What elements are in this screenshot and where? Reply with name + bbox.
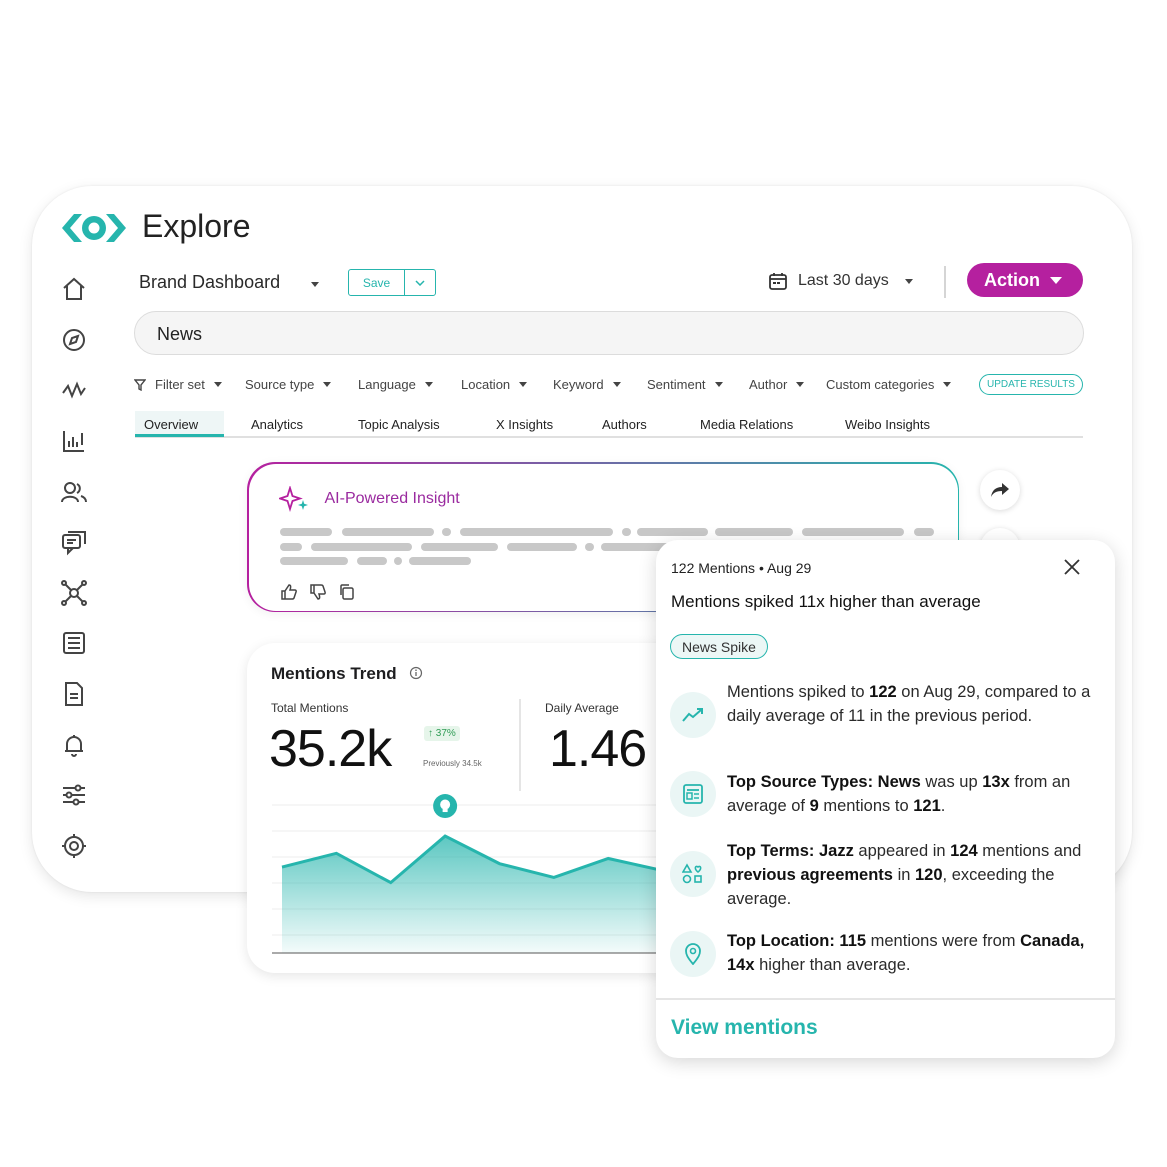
copy-icon[interactable] bbox=[338, 583, 356, 601]
trend-up-icon bbox=[670, 692, 716, 738]
insight-text: Top Source Types: News was up 13x from a… bbox=[727, 773, 1071, 815]
people-icon[interactable] bbox=[60, 478, 88, 506]
filter-author[interactable]: Author bbox=[749, 377, 805, 392]
logo-icon bbox=[60, 210, 128, 246]
close-icon[interactable] bbox=[1063, 558, 1081, 576]
news-icon bbox=[670, 771, 716, 817]
insight-text: Top Terms: Jazz appeared in 124 mentions… bbox=[727, 842, 1082, 908]
chevron-down-icon bbox=[1050, 276, 1062, 284]
filter-location[interactable]: Location bbox=[461, 377, 528, 392]
filter-set-dropdown[interactable]: Filter set bbox=[134, 377, 222, 392]
sparkle-icon bbox=[278, 485, 308, 512]
insight-text: Top Location: 115 mentions were from Can… bbox=[727, 932, 1085, 974]
update-results-button[interactable]: UPDATE RESULTS bbox=[979, 374, 1083, 395]
tab-authors[interactable]: Authors bbox=[602, 417, 647, 432]
popup-divider bbox=[656, 998, 1115, 1000]
mentions-trend-title: Mentions Trend bbox=[271, 664, 423, 684]
tab-overview[interactable]: Overview bbox=[135, 411, 224, 437]
newspaper-icon[interactable] bbox=[60, 629, 88, 657]
home-icon[interactable] bbox=[60, 275, 88, 303]
tab-media-relations[interactable]: Media Relations bbox=[700, 417, 793, 432]
toolbar-divider bbox=[944, 266, 946, 298]
filter-source-type[interactable]: Source type bbox=[245, 377, 332, 392]
compass-icon[interactable] bbox=[60, 326, 88, 354]
save-button-group: Save bbox=[348, 269, 436, 296]
funnel-icon bbox=[134, 378, 146, 391]
sliders-icon[interactable] bbox=[60, 781, 88, 809]
daily-average-value: 1.46 bbox=[549, 720, 647, 778]
total-mentions-label: Total Mentions bbox=[271, 701, 349, 715]
network-icon[interactable] bbox=[60, 579, 88, 607]
daily-average-label: Daily Average bbox=[545, 701, 619, 715]
tab-analytics[interactable]: Analytics bbox=[251, 417, 303, 432]
area-fill bbox=[282, 836, 707, 953]
date-range-label: Last 30 days bbox=[798, 272, 889, 289]
settings-gear-icon[interactable] bbox=[60, 832, 88, 860]
terms-icon bbox=[670, 851, 716, 897]
view-mentions-link[interactable]: View mentions bbox=[671, 1016, 818, 1040]
tab-weibo-insights[interactable]: Weibo Insights bbox=[845, 417, 930, 432]
total-mentions-value: 35.2k bbox=[269, 720, 392, 778]
mentions-area-chart bbox=[272, 794, 707, 954]
popup-meta: 122 Mentions • Aug 29 bbox=[671, 560, 812, 576]
info-icon bbox=[410, 666, 423, 680]
search-input[interactable]: News bbox=[134, 311, 1084, 355]
insight-text: Mentions spiked to 122 on Aug 29, compar… bbox=[727, 683, 1091, 725]
change-badge: ↑ 37% bbox=[424, 726, 460, 741]
share-button[interactable] bbox=[980, 470, 1020, 510]
chat-icon[interactable] bbox=[60, 528, 88, 556]
popup-headline: Mentions spiked 11x higher than average bbox=[671, 592, 981, 611]
spike-marker-icon bbox=[433, 794, 458, 819]
tab-x-insights[interactable]: X Insights bbox=[496, 417, 553, 432]
save-options-button[interactable] bbox=[405, 270, 435, 295]
action-button[interactable]: Action bbox=[967, 263, 1083, 297]
calendar-icon bbox=[769, 273, 787, 290]
save-button[interactable]: Save bbox=[349, 270, 405, 295]
date-range-selector[interactable]: Last 30 days bbox=[768, 271, 913, 291]
filter-keyword[interactable]: Keyword bbox=[553, 377, 621, 392]
ai-insight-title: AI-Powered Insight bbox=[324, 489, 460, 507]
app-title: Explore bbox=[142, 208, 251, 244]
bell-icon[interactable] bbox=[60, 731, 88, 759]
dashboard-name[interactable]: Brand Dashboard bbox=[139, 272, 280, 293]
mentions-trend-card: Mentions Trend Total Mentions 35.2k ↑ 37… bbox=[247, 643, 707, 973]
bar-chart-icon[interactable] bbox=[60, 427, 88, 455]
stat-divider bbox=[519, 699, 521, 791]
activity-icon[interactable] bbox=[60, 376, 88, 404]
filter-sentiment[interactable]: Sentiment bbox=[647, 377, 723, 392]
dashboard-dropdown-icon[interactable] bbox=[311, 282, 319, 287]
spike-details-popup: 122 Mentions • Aug 29 Mentions spiked 11… bbox=[656, 540, 1115, 1058]
thumbs-up-icon[interactable] bbox=[280, 583, 298, 601]
filter-custom-categories[interactable]: Custom categories bbox=[826, 377, 952, 392]
tab-topic-analysis[interactable]: Topic Analysis bbox=[358, 417, 440, 432]
chevron-down-icon bbox=[415, 279, 425, 286]
action-label: Action bbox=[984, 269, 1040, 290]
chevron-down-icon bbox=[904, 278, 913, 284]
tabs-divider bbox=[135, 436, 1083, 438]
report-icon[interactable] bbox=[60, 680, 88, 708]
previous-value: Previously 34.5k bbox=[423, 759, 482, 768]
location-pin-icon bbox=[670, 931, 716, 977]
thumbs-down-icon[interactable] bbox=[309, 583, 327, 601]
search-query: News bbox=[157, 324, 203, 344]
share-arrow-icon bbox=[991, 483, 1009, 497]
news-spike-badge: News Spike bbox=[670, 634, 768, 659]
filter-language[interactable]: Language bbox=[358, 377, 433, 392]
